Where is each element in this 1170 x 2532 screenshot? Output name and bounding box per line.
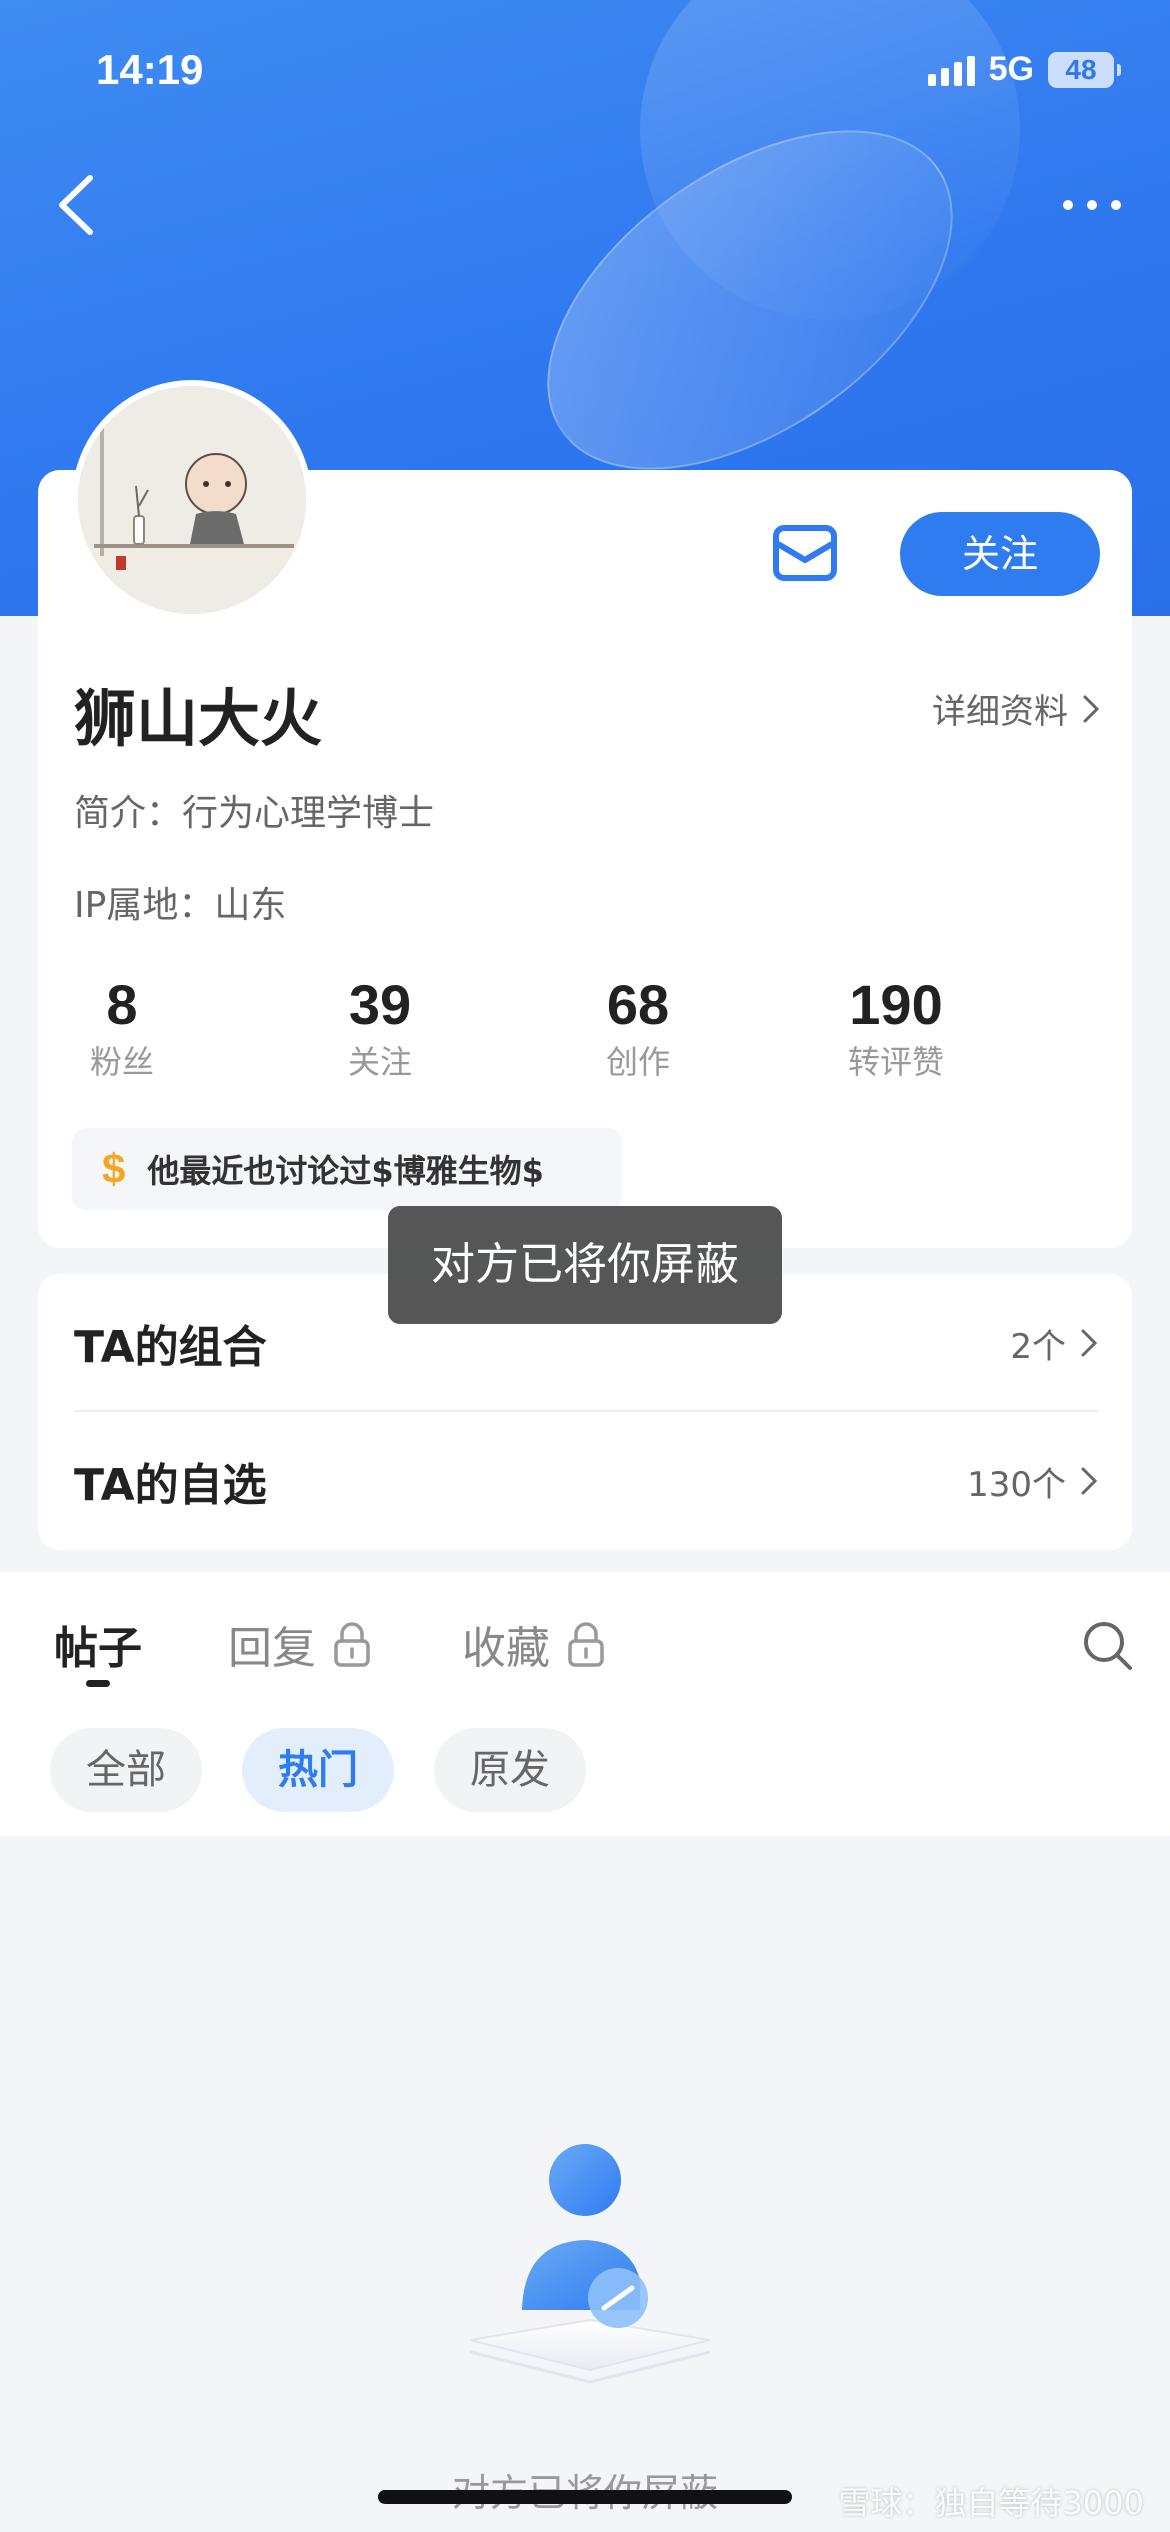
- chevron-right-icon: [1083, 695, 1100, 722]
- status-time: 14:19: [96, 46, 204, 93]
- stat-label: 转评赞: [847, 1043, 944, 1081]
- stat-label: 创作: [605, 1043, 670, 1081]
- watermark: 雪球：独自等待3000: [839, 2478, 1144, 2524]
- ta-portfolio-count: 2个: [1010, 1319, 1098, 1368]
- ip-location: IP属地：山东: [74, 885, 287, 926]
- home-indicator: [378, 2490, 792, 2504]
- ta-watchlist-count: 130个: [967, 1457, 1098, 1506]
- tab-replies-label: 回复: [228, 1623, 316, 1674]
- tab-posts-label: 帖子: [54, 1623, 142, 1674]
- ta-watchlist-value: 130个: [967, 1464, 1066, 1505]
- stat-label: 关注: [347, 1043, 412, 1081]
- stat-label: 粉丝: [89, 1043, 154, 1081]
- stat-value: 39: [348, 973, 412, 1036]
- battery-icon: 48: [1048, 51, 1121, 88]
- more-icon[interactable]: [1054, 180, 1130, 230]
- recent-discussion-tag[interactable]: $ 他最近也讨论过$博雅生物$: [72, 1128, 622, 1210]
- stat-value: 190: [849, 973, 943, 1036]
- dollar-icon: $: [102, 1145, 126, 1192]
- ta-watchlist-label: TA的自选: [74, 1460, 267, 1511]
- chevron-right-icon: [1081, 1329, 1098, 1357]
- stat-creations[interactable]: 68 创作: [558, 972, 718, 1083]
- tab-favorites[interactable]: 收藏: [462, 1612, 606, 1676]
- stat-following[interactable]: 39 关注: [300, 972, 460, 1083]
- lock-icon: [334, 1622, 370, 1667]
- active-tab-indicator: [86, 1680, 110, 1687]
- filter-hot[interactable]: 热门: [242, 1728, 394, 1812]
- follow-button[interactable]: 关注: [900, 512, 1100, 596]
- network-type: 5G: [988, 50, 1034, 88]
- ta-watchlist-row[interactable]: TA的自选 130个: [74, 1412, 1098, 1550]
- tab-favorites-label: 收藏: [462, 1623, 550, 1674]
- stat-value: 8: [106, 973, 138, 1036]
- lock-icon: [568, 1622, 604, 1667]
- toast-message: 对方已将你屏蔽: [388, 1206, 782, 1324]
- tab-posts[interactable]: 帖子: [54, 1612, 142, 1676]
- ta-portfolio-value: 2个: [1010, 1326, 1066, 1367]
- filter-all[interactable]: 全部: [50, 1728, 202, 1812]
- ta-portfolio-label: TA的组合: [74, 1322, 267, 1373]
- detail-info-link[interactable]: 详细资料: [932, 684, 1100, 733]
- signal-icon: [927, 54, 975, 86]
- back-icon[interactable]: [48, 170, 108, 240]
- tab-replies[interactable]: 回复: [228, 1612, 372, 1676]
- stat-interactions[interactable]: 190 转评赞: [796, 972, 996, 1083]
- status-indicators: 5G 48: [927, 50, 1121, 89]
- recent-discussion-text: 他最近也讨论过$博雅生物$: [147, 1152, 544, 1190]
- avatar[interactable]: [72, 380, 312, 620]
- watermark-text: 雪球：独自等待3000: [838, 2484, 1144, 2522]
- avatar-illustration: [78, 386, 306, 614]
- search-icon[interactable]: [1080, 1618, 1136, 1674]
- profile-bio: 简介：行为心理学博士: [74, 793, 435, 834]
- mail-icon[interactable]: [772, 524, 838, 582]
- blocked-user-icon: [469, 2144, 711, 2384]
- detail-info-label: 详细资料: [932, 692, 1068, 732]
- profile-name: 狮山大火: [74, 682, 323, 755]
- stat-value: 68: [606, 973, 670, 1036]
- filter-original[interactable]: 原发: [434, 1728, 586, 1812]
- content-tabs-section: 帖子 回复 收藏 全部 热门 原发: [0, 1572, 1170, 1836]
- chevron-right-icon: [1081, 1467, 1098, 1495]
- stat-followers[interactable]: 8 粉丝: [42, 972, 202, 1083]
